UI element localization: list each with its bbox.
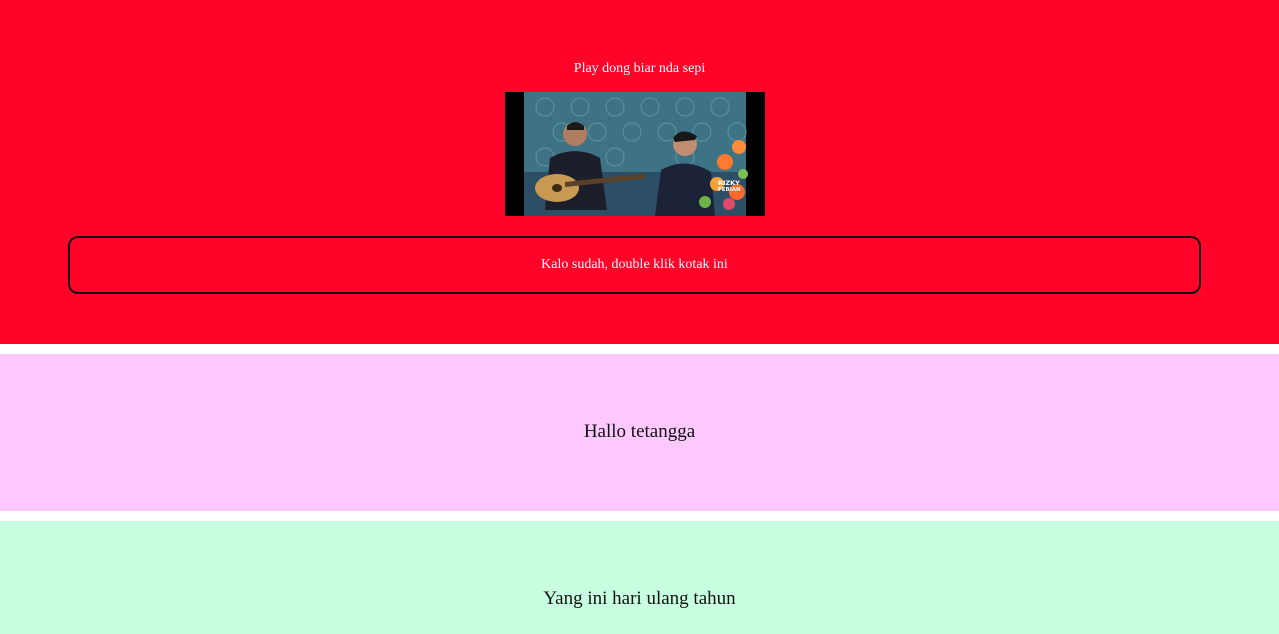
greeting-text: Hallo tetangga bbox=[583, 421, 696, 442]
video-player[interactable]: RIZKY FEBIAN bbox=[505, 92, 765, 216]
intro-text: Play dong biar nda sepi bbox=[573, 61, 706, 76]
greeting-section: Hallo tetangga bbox=[0, 354, 1279, 511]
birthday-text: Yang ini hari ulang tahun bbox=[543, 588, 736, 609]
double-click-label: Kalo sudah, double klik kotak ini bbox=[541, 257, 728, 272]
svg-text:RIZKY: RIZKY bbox=[718, 179, 740, 187]
intro-section: Play dong biar nda sepi RIZKY FEBIAN Kal… bbox=[0, 0, 1279, 344]
double-click-box[interactable]: Kalo sudah, double klik kotak ini bbox=[68, 236, 1201, 294]
svg-text:FEBIAN: FEBIAN bbox=[718, 187, 741, 193]
birthday-section: Yang ini hari ulang tahun bbox=[0, 521, 1279, 634]
video-thumbnail: RIZKY FEBIAN bbox=[505, 92, 765, 216]
